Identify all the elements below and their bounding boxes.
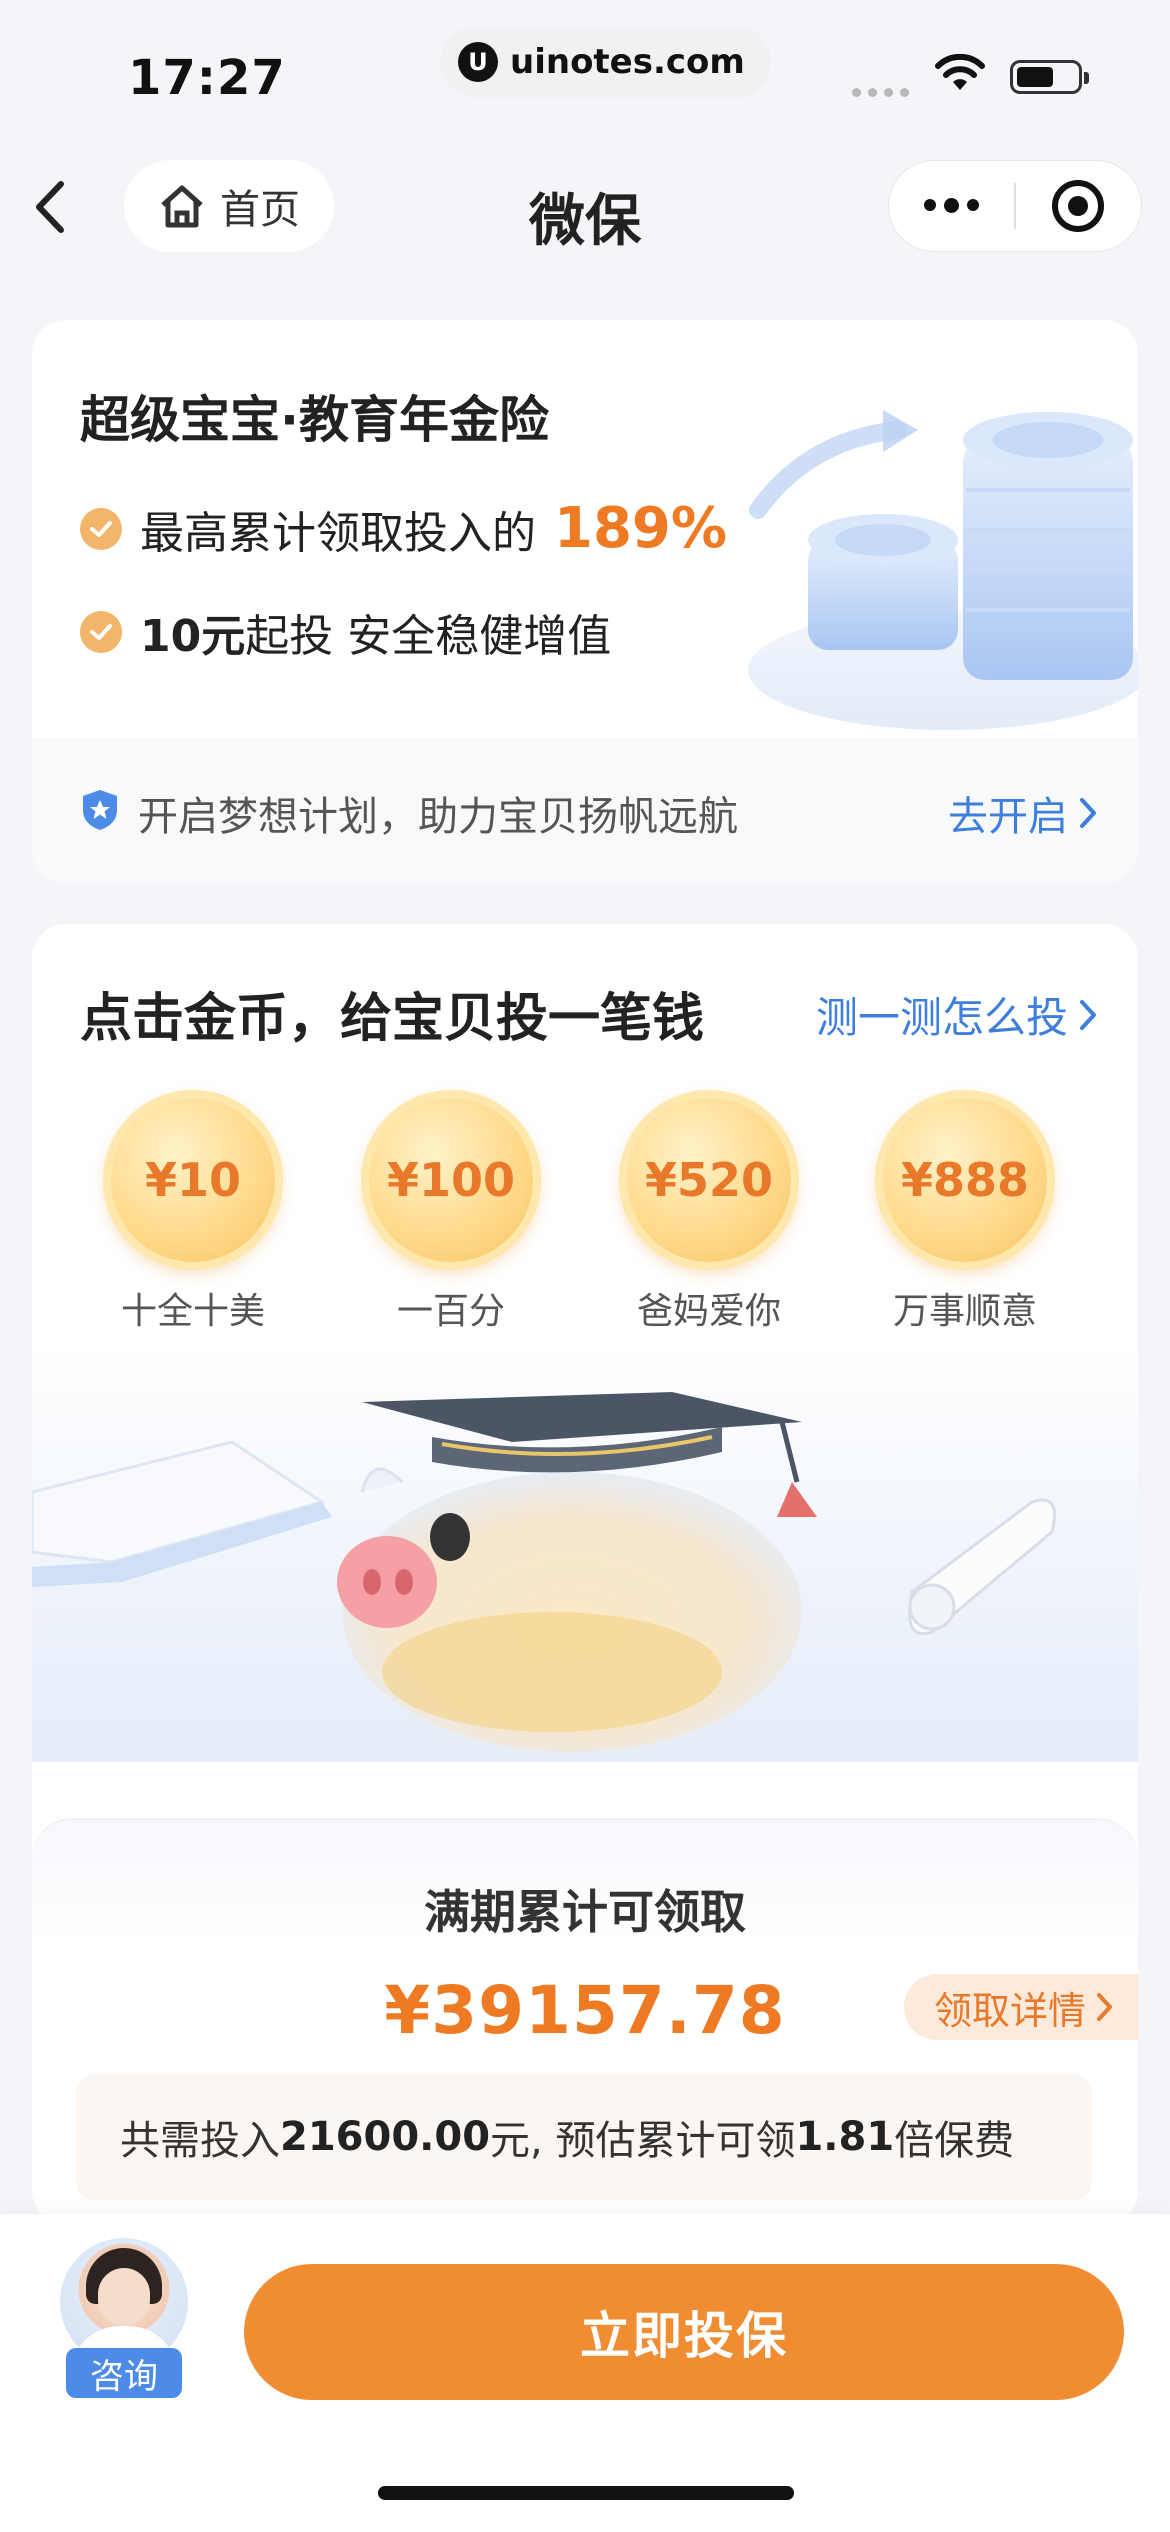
investment-summary: 共需投入 21600.00 元, 预估累计可领 1.81 倍保费 [76,2074,1092,2200]
gold-coin-icon: ¥100 [361,1090,541,1270]
check-icon [80,507,122,550]
payout-details-label: 领取详情 [933,1988,1086,2033]
home-icon [161,185,203,228]
check-icon [80,611,122,653]
dream-plan-link-label: 去开启 [948,794,1068,840]
coin-option-10[interactable]: ¥10 十全十美 [98,1090,288,1334]
benefit-min-investment: 10元起投 安全稳健增值 [80,600,611,664]
nav-bar: 首页 微保 [0,158,1170,254]
coin-option-520[interactable]: ¥520 爸妈爱你 [614,1090,804,1334]
back-button[interactable] [22,180,76,234]
wifi-icon [935,54,985,90]
dream-plan-text: 开启梦想计划，助力宝贝扬帆远航 [138,794,738,840]
gold-coin-icon: ¥520 [619,1090,799,1270]
mini-program-capsule [888,160,1142,252]
product-card[interactable]: 超级宝宝·教育年金险 最高累计领取投入的 189% 10元起投 安全稳健增值 开… [32,320,1138,884]
payout-details-button[interactable]: 领取详情 [903,1974,1138,2040]
gold-coin-icon: ¥888 [875,1090,1055,1270]
chevron-right-icon [1080,999,1096,1030]
shield-star-icon [83,790,117,830]
payout-label: 满期累计可领取 [424,1885,746,1939]
test-how-to-invest-link[interactable]: 测一测怎么投 [816,984,1098,1045]
home-label: 首页 [220,187,300,233]
piggy-bank-illustration [32,1342,1138,1762]
url-pill[interactable]: U uinotes.com [440,26,771,98]
record-icon [1052,180,1105,232]
benefit-return: 最高累计领取投入的 189% [80,496,727,561]
invest-heading: 点击金币，给宝贝投一笔钱 [80,989,705,1049]
min-investment-text: 起投 安全稳健增值 [245,611,612,662]
advisor-avatar [60,2238,188,2366]
benefit-return-percent: 189% [554,496,728,561]
payout-panel: 满期累计可领取 ¥39157.78 领取详情 共需投入 21600.00 元, … [32,1818,1138,2224]
coin-amount: ¥100 [386,1153,516,1207]
site-logo-icon: U [458,42,498,82]
coin-option-100[interactable]: ¥100 一百分 [356,1090,546,1334]
home-indicator [378,2486,794,2500]
summary-total: 21600.00 [280,2114,491,2160]
dream-plan-link[interactable]: 去开启 [948,784,1098,842]
bottom-action-bar: 咨询 立即投保 [0,2214,1170,2532]
coin-caption: 一百分 [396,1291,505,1332]
home-button[interactable]: 首页 [124,160,334,252]
url-text: uinotes.com [510,42,745,82]
dream-plan-banner[interactable]: 开启梦想计划，助力宝贝扬帆远航 去开启 [32,738,1138,884]
coin-amount: ¥520 [644,1153,774,1207]
consult-button[interactable]: 咨询 [60,2238,188,2406]
summary-prefix: 共需投入 [120,2118,280,2164]
product-title: 超级宝宝·教育年金险 [80,391,549,449]
close-program-button[interactable] [1016,161,1141,251]
buy-now-button[interactable]: 立即投保 [244,2264,1124,2400]
status-time: 17:27 [128,50,286,106]
coin-caption: 爸妈爱你 [636,1291,781,1332]
invest-card: 点击金币，给宝贝投一笔钱 测一测怎么投 ¥10 十全十美 ¥100 一百分 ¥5… [32,924,1138,2224]
summary-mid: 元, 预估累计可领 [490,2118,796,2164]
more-button[interactable] [889,161,1014,251]
min-investment-amount: 10元 [140,611,246,662]
chevron-right-icon [1097,1993,1112,2021]
coin-caption: 十全十美 [120,1291,265,1332]
summary-suffix: 倍保费 [894,2118,1015,2164]
benefit-return-text: 最高累计领取投入的 [140,507,536,559]
coin-amount: ¥888 [900,1153,1030,1207]
back-icon [36,181,64,233]
more-icon [924,198,979,213]
chevron-right-icon [1080,798,1096,828]
test-link-label: 测一测怎么投 [815,993,1068,1042]
status-bar: 17:27 U uinotes.com [0,0,1170,140]
coin-option-888[interactable]: ¥888 万事顺意 [870,1090,1060,1334]
cellular-signal-icon [852,88,909,97]
consult-label: 咨询 [66,2348,182,2398]
battery-icon [1010,60,1089,94]
coin-caption: 万事顺意 [892,1291,1037,1332]
summary-multiple: 1.81 [795,2114,895,2160]
coin-stack-illustration [748,410,1138,730]
gold-coin-icon: ¥10 [103,1090,283,1270]
coin-amount: ¥10 [144,1153,242,1207]
